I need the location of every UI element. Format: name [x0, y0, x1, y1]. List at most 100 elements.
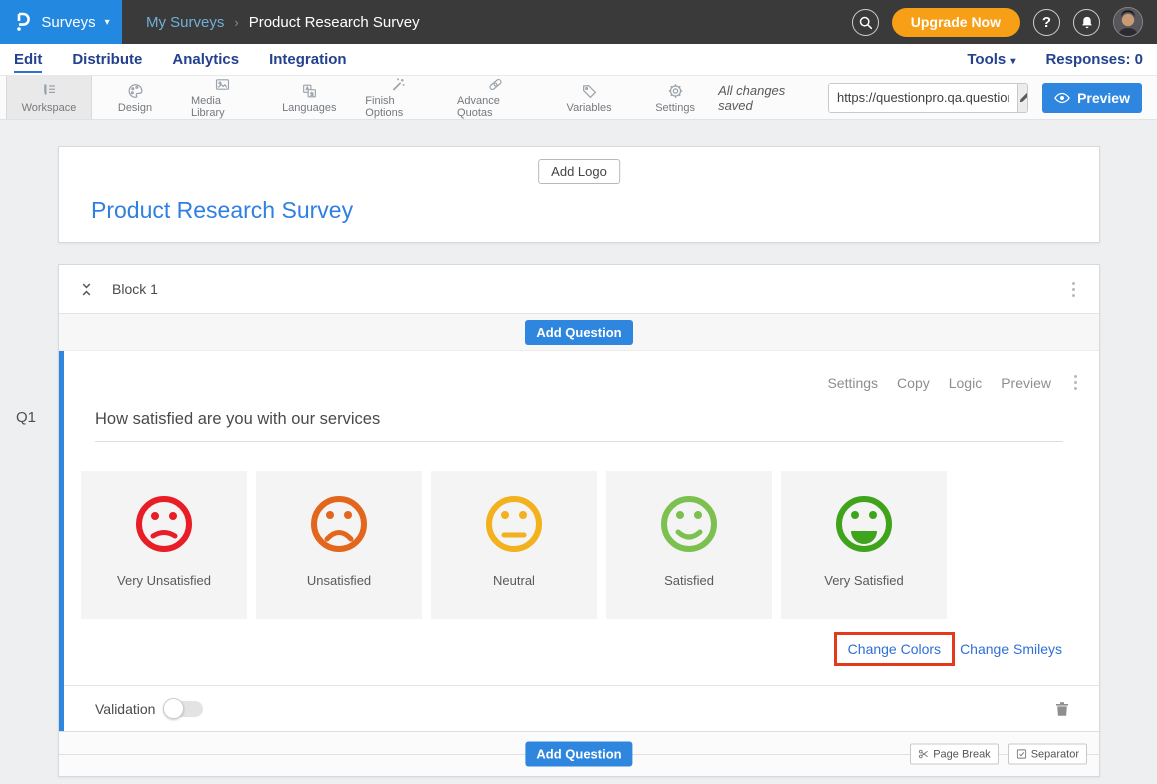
preview-button[interactable]: Preview — [1042, 83, 1142, 113]
toolbar-item-settings[interactable]: Settings — [632, 76, 718, 119]
translate-icon — [300, 82, 319, 100]
smiley-very-unsatisfied-icon — [132, 492, 196, 556]
gear-icon — [666, 82, 685, 100]
toolbar-item-design[interactable]: Design — [92, 76, 178, 119]
add-question-button-bottom[interactable]: Add Question — [525, 742, 632, 767]
tag-icon — [580, 82, 599, 100]
product-menu-label: Surveys — [41, 14, 95, 31]
tab-analytics[interactable]: Analytics — [172, 47, 239, 73]
scissors-icon — [918, 749, 929, 760]
survey-title[interactable]: Product Research Survey — [91, 197, 353, 224]
section-nav: Edit Distribute Analytics Integration To… — [0, 44, 1157, 76]
question-actions: Settings Copy Logic Preview — [64, 351, 1099, 394]
validation-label: Validation — [95, 701, 155, 717]
topbar-actions: Upgrade Now ? — [852, 7, 1157, 37]
survey-url-input[interactable] — [829, 84, 1017, 112]
questionpro-logo-icon — [12, 11, 32, 33]
palette-icon — [126, 82, 145, 100]
toolbar-item-finish-options[interactable]: Finish Options — [352, 76, 444, 119]
responses-count[interactable]: Responses: 0 — [1045, 51, 1143, 68]
survey-header-card: Add Logo Product Research Survey — [58, 146, 1100, 243]
add-logo-button[interactable]: Add Logo — [538, 159, 620, 184]
magic-wand-icon — [389, 76, 408, 93]
eye-icon — [1054, 92, 1070, 104]
smiley-options: Very Unsatisfied Unsatisfied — [81, 471, 1099, 619]
bell-icon — [1080, 15, 1094, 30]
option-neutral[interactable]: Neutral — [431, 471, 597, 619]
question-preview-link[interactable]: Preview — [1001, 375, 1051, 391]
smiley-option-links: Change Colors Change Smileys — [64, 632, 1062, 666]
notifications-button[interactable] — [1073, 9, 1100, 36]
breadcrumb-current: Product Research Survey — [249, 14, 420, 31]
toolbar-item-media-library[interactable]: Media Library — [178, 76, 266, 119]
change-smileys-link[interactable]: Change Smileys — [960, 641, 1062, 657]
tab-edit[interactable]: Edit — [14, 47, 42, 73]
question-copy-link[interactable]: Copy — [897, 375, 930, 391]
toolbar-item-workspace[interactable]: Workspace — [6, 76, 92, 119]
nav-tabs: Edit Distribute Analytics Integration — [14, 47, 347, 73]
search-icon — [858, 15, 873, 30]
smiley-satisfied-icon — [657, 492, 721, 556]
question-logic-link[interactable]: Logic — [949, 375, 982, 391]
change-colors-link[interactable]: Change Colors — [848, 641, 941, 657]
image-icon — [213, 76, 232, 93]
chain-link-icon — [486, 76, 505, 93]
editor-toolbar: Workspace Design Media Library Languages… — [0, 76, 1157, 120]
tab-distribute[interactable]: Distribute — [72, 47, 142, 73]
help-button[interactable]: ? — [1033, 9, 1060, 36]
option-very-unsatisfied[interactable]: Very Unsatisfied — [81, 471, 247, 619]
top-bar: Surveys ▾ My Surveys › Product Research … — [0, 0, 1157, 44]
avatar[interactable] — [1113, 7, 1143, 37]
annotation-highlight-box: Change Colors — [834, 632, 955, 666]
breadcrumb-separator: › — [234, 15, 238, 30]
toolbar-item-variables[interactable]: Variables — [546, 76, 632, 119]
smiley-unsatisfied-icon — [307, 492, 371, 556]
chevron-down-icon: ▾ — [1010, 56, 1015, 67]
survey-url-box — [828, 83, 1028, 113]
upgrade-now-button[interactable]: Upgrade Now — [892, 8, 1020, 37]
validation-row: Validation — [64, 685, 1099, 731]
option-very-satisfied[interactable]: Very Satisfied — [781, 471, 947, 619]
tab-integration[interactable]: Integration — [269, 47, 347, 73]
save-status: All changes saved — [718, 83, 814, 113]
question-mark-icon: ? — [1042, 14, 1051, 31]
breadcrumb-my-surveys[interactable]: My Surveys — [146, 14, 224, 31]
question-menu-kebab-icon[interactable] — [1070, 371, 1081, 394]
search-button[interactable] — [852, 9, 879, 36]
question-number: Q1 — [16, 409, 36, 426]
toolbar-right: All changes saved Preview — [718, 76, 1157, 119]
breadcrumb: My Surveys › Product Research Survey — [146, 14, 420, 31]
block-footer: Add Question Page Break Separator — [59, 731, 1099, 776]
block-menu-kebab-icon[interactable] — [1068, 278, 1079, 301]
block-card: Block 1 Add Question Q1 Settings Copy Lo… — [58, 264, 1100, 777]
page-break-button[interactable]: Page Break — [910, 744, 998, 765]
add-question-strip-top: Add Question — [59, 314, 1099, 351]
smiley-neutral-icon — [482, 492, 546, 556]
workspace-icon — [40, 82, 59, 100]
question-title-field[interactable]: How satisfied are you with our services — [95, 410, 1063, 442]
separator-button[interactable]: Separator — [1008, 744, 1087, 765]
add-question-button-top[interactable]: Add Question — [525, 320, 632, 345]
pencil-icon — [1018, 91, 1028, 104]
block-title: Block 1 — [112, 281, 158, 297]
checkbox-icon — [1016, 749, 1027, 760]
chevron-down-icon: ▾ — [105, 17, 110, 28]
collapse-block-icon[interactable] — [79, 281, 94, 298]
question-q1: Q1 Settings Copy Logic Preview How satis… — [59, 351, 1099, 731]
option-unsatisfied[interactable]: Unsatisfied — [256, 471, 422, 619]
edit-url-button[interactable] — [1017, 84, 1028, 112]
nav-right: Tools ▾ Responses: 0 — [967, 51, 1143, 68]
option-satisfied[interactable]: Satisfied — [606, 471, 772, 619]
question-title: How satisfied are you with our services — [95, 410, 380, 428]
validation-toggle[interactable] — [165, 701, 203, 717]
smiley-very-satisfied-icon — [832, 492, 896, 556]
toolbar-item-advance-quotas[interactable]: Advance Quotas — [444, 76, 546, 119]
question-settings-link[interactable]: Settings — [827, 375, 878, 391]
surveys-product-menu[interactable]: Surveys ▾ — [0, 0, 122, 44]
survey-canvas: Add Logo Product Research Survey Block 1… — [0, 120, 1157, 777]
toolbar-item-languages[interactable]: Languages — [266, 76, 352, 119]
tools-menu[interactable]: Tools ▾ — [967, 51, 1015, 68]
block-header: Block 1 — [59, 265, 1099, 314]
delete-question-button[interactable] — [1055, 701, 1069, 717]
trash-icon — [1055, 701, 1069, 717]
